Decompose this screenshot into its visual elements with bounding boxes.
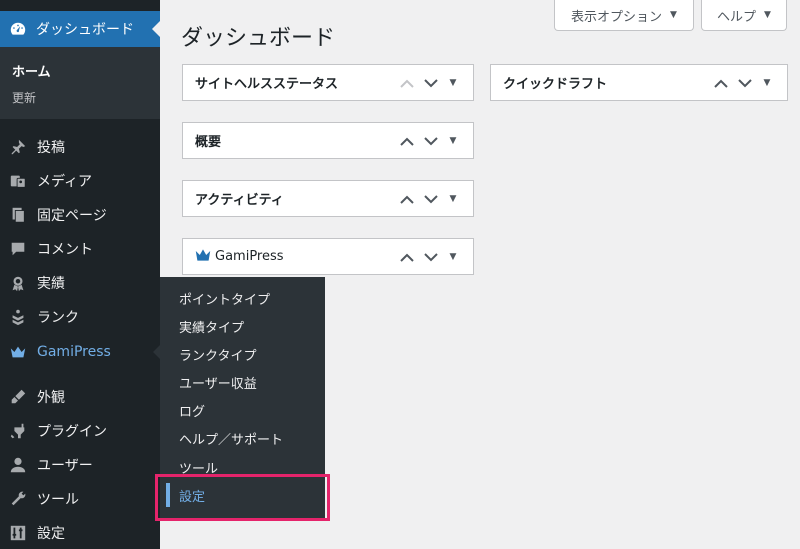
widget-title: 概要 — [195, 135, 222, 150]
sidebar-item-label: プラグイン — [37, 424, 107, 440]
help-label: ヘルプ — [717, 9, 757, 25]
pin-icon — [9, 138, 27, 156]
caret-down-icon: ▼ — [670, 10, 677, 20]
toggle-panel-icon[interactable]: ▼ — [443, 132, 463, 150]
caret-down-icon: ▼ — [764, 10, 771, 20]
chevron-down-icon[interactable] — [419, 248, 443, 266]
sidebar-item-label: 設定 — [37, 526, 65, 542]
flyout-item-point-types[interactable]: ポイントタイプ — [179, 289, 270, 308]
screen-options-button[interactable]: 表示オプション ▼ — [554, 0, 694, 31]
chevron-up-icon[interactable] — [709, 74, 733, 92]
widget-site-health: サイトヘルスステータス ▼ — [182, 64, 474, 101]
widget-title: クイックドラフト — [503, 77, 608, 92]
page-title: ダッシュボード — [181, 26, 336, 51]
help-button[interactable]: ヘルプ ▼ — [701, 0, 787, 31]
screen-options-label: 表示オプション — [571, 9, 663, 25]
gamipress-crown-icon — [9, 343, 27, 361]
chevron-up-icon[interactable] — [395, 190, 419, 208]
sidebar-item-dashboard[interactable]: ダッシュボード — [0, 11, 160, 47]
widget-overview: 概要 ▼ — [182, 122, 474, 159]
flyout-item-logs[interactable]: ログ — [179, 401, 205, 420]
sidebar-item-users[interactable]: ユーザー — [0, 448, 160, 482]
sidebar-item-media[interactable]: メディア — [0, 164, 160, 198]
highlight-annotation-box — [155, 474, 330, 521]
chevron-up-icon[interactable] — [395, 74, 419, 92]
pages-icon — [9, 206, 27, 224]
widget-title: アクティビティ — [195, 193, 284, 208]
sidebar-item-label: ユーザー — [37, 458, 93, 474]
sidebar-item-achievements[interactable]: 実績 — [0, 266, 160, 300]
widget-quick-draft: クイックドラフト ▼ — [490, 64, 788, 101]
sidebar-item-label: 外観 — [37, 390, 65, 406]
sidebar-item-gamipress[interactable]: GamiPress — [0, 335, 160, 369]
toggle-panel-icon[interactable]: ▼ — [443, 190, 463, 208]
widget-gamipress: GamiPress ▼ — [182, 238, 474, 275]
appearance-icon — [9, 388, 27, 406]
flyout-item-help-support[interactable]: ヘルプ／サポート — [179, 429, 283, 448]
toggle-panel-icon[interactable]: ▼ — [443, 74, 463, 92]
sidebar-item-appearance[interactable]: 外観 — [0, 380, 160, 414]
gamipress-crown-icon — [195, 248, 211, 266]
widget-title: GamiPress — [195, 248, 284, 266]
chevron-down-icon[interactable] — [419, 190, 443, 208]
tools-icon — [9, 490, 27, 508]
sidebar-item-label: メディア — [37, 174, 93, 190]
sidebar-item-label: ランク — [37, 310, 79, 326]
flyout-arrow — [153, 345, 160, 359]
submenu-item-home[interactable]: ホーム — [12, 61, 51, 80]
sidebar-item-comments[interactable]: コメント — [0, 232, 160, 266]
sidebar-item-posts[interactable]: 投稿 — [0, 130, 160, 164]
sidebar-item-label: 固定ページ — [37, 208, 107, 224]
flyout-item-achievement-types[interactable]: 実績タイプ — [179, 317, 244, 336]
media-icon — [9, 172, 27, 190]
sidebar-item-label: ツール — [37, 492, 79, 508]
chevron-down-icon[interactable] — [419, 74, 443, 92]
settings-icon — [9, 524, 27, 542]
toggle-panel-icon[interactable]: ▼ — [757, 74, 777, 92]
current-menu-arrow — [152, 21, 160, 37]
dashboard-gauge-icon — [9, 20, 27, 38]
user-icon — [9, 456, 27, 474]
submenu-item-update[interactable]: 更新 — [12, 89, 36, 106]
chevron-down-icon[interactable] — [419, 132, 443, 150]
flyout-item-user-earnings[interactable]: ユーザー収益 — [179, 373, 257, 392]
admin-sidebar: ダッシュボード ホーム 更新 投稿 メディア 固定ページ コメント 実績 ランク… — [0, 0, 160, 549]
award-icon — [9, 274, 27, 292]
widget-title: サイトヘルスステータス — [195, 77, 339, 92]
sidebar-item-ranks[interactable]: ランク — [0, 300, 160, 334]
toggle-panel-icon[interactable]: ▼ — [443, 248, 463, 266]
flyout-item-rank-types[interactable]: ランクタイプ — [179, 345, 256, 364]
sidebar-item-settings[interactable]: 設定 — [0, 516, 160, 549]
sidebar-item-tools[interactable]: ツール — [0, 482, 160, 516]
widget-title-text: GamiPress — [215, 249, 284, 264]
sidebar-item-pages[interactable]: 固定ページ — [0, 198, 160, 232]
sidebar-item-label: ダッシュボード — [36, 22, 134, 38]
chevron-up-icon[interactable] — [395, 248, 419, 266]
sidebar-item-label: 投稿 — [37, 140, 65, 156]
chevron-up-icon[interactable] — [395, 132, 419, 150]
sidebar-item-label: コメント — [37, 242, 93, 258]
plugin-icon — [9, 422, 27, 440]
comment-icon — [9, 240, 27, 258]
sidebar-item-label: 実績 — [37, 276, 65, 292]
rank-icon — [9, 308, 27, 326]
chevron-down-icon[interactable] — [733, 74, 757, 92]
sidebar-item-plugins[interactable]: プラグイン — [0, 414, 160, 448]
widget-activity: アクティビティ ▼ — [182, 180, 474, 217]
dashboard-submenu: ホーム 更新 — [0, 47, 160, 119]
sidebar-item-label: GamiPress — [37, 344, 111, 360]
